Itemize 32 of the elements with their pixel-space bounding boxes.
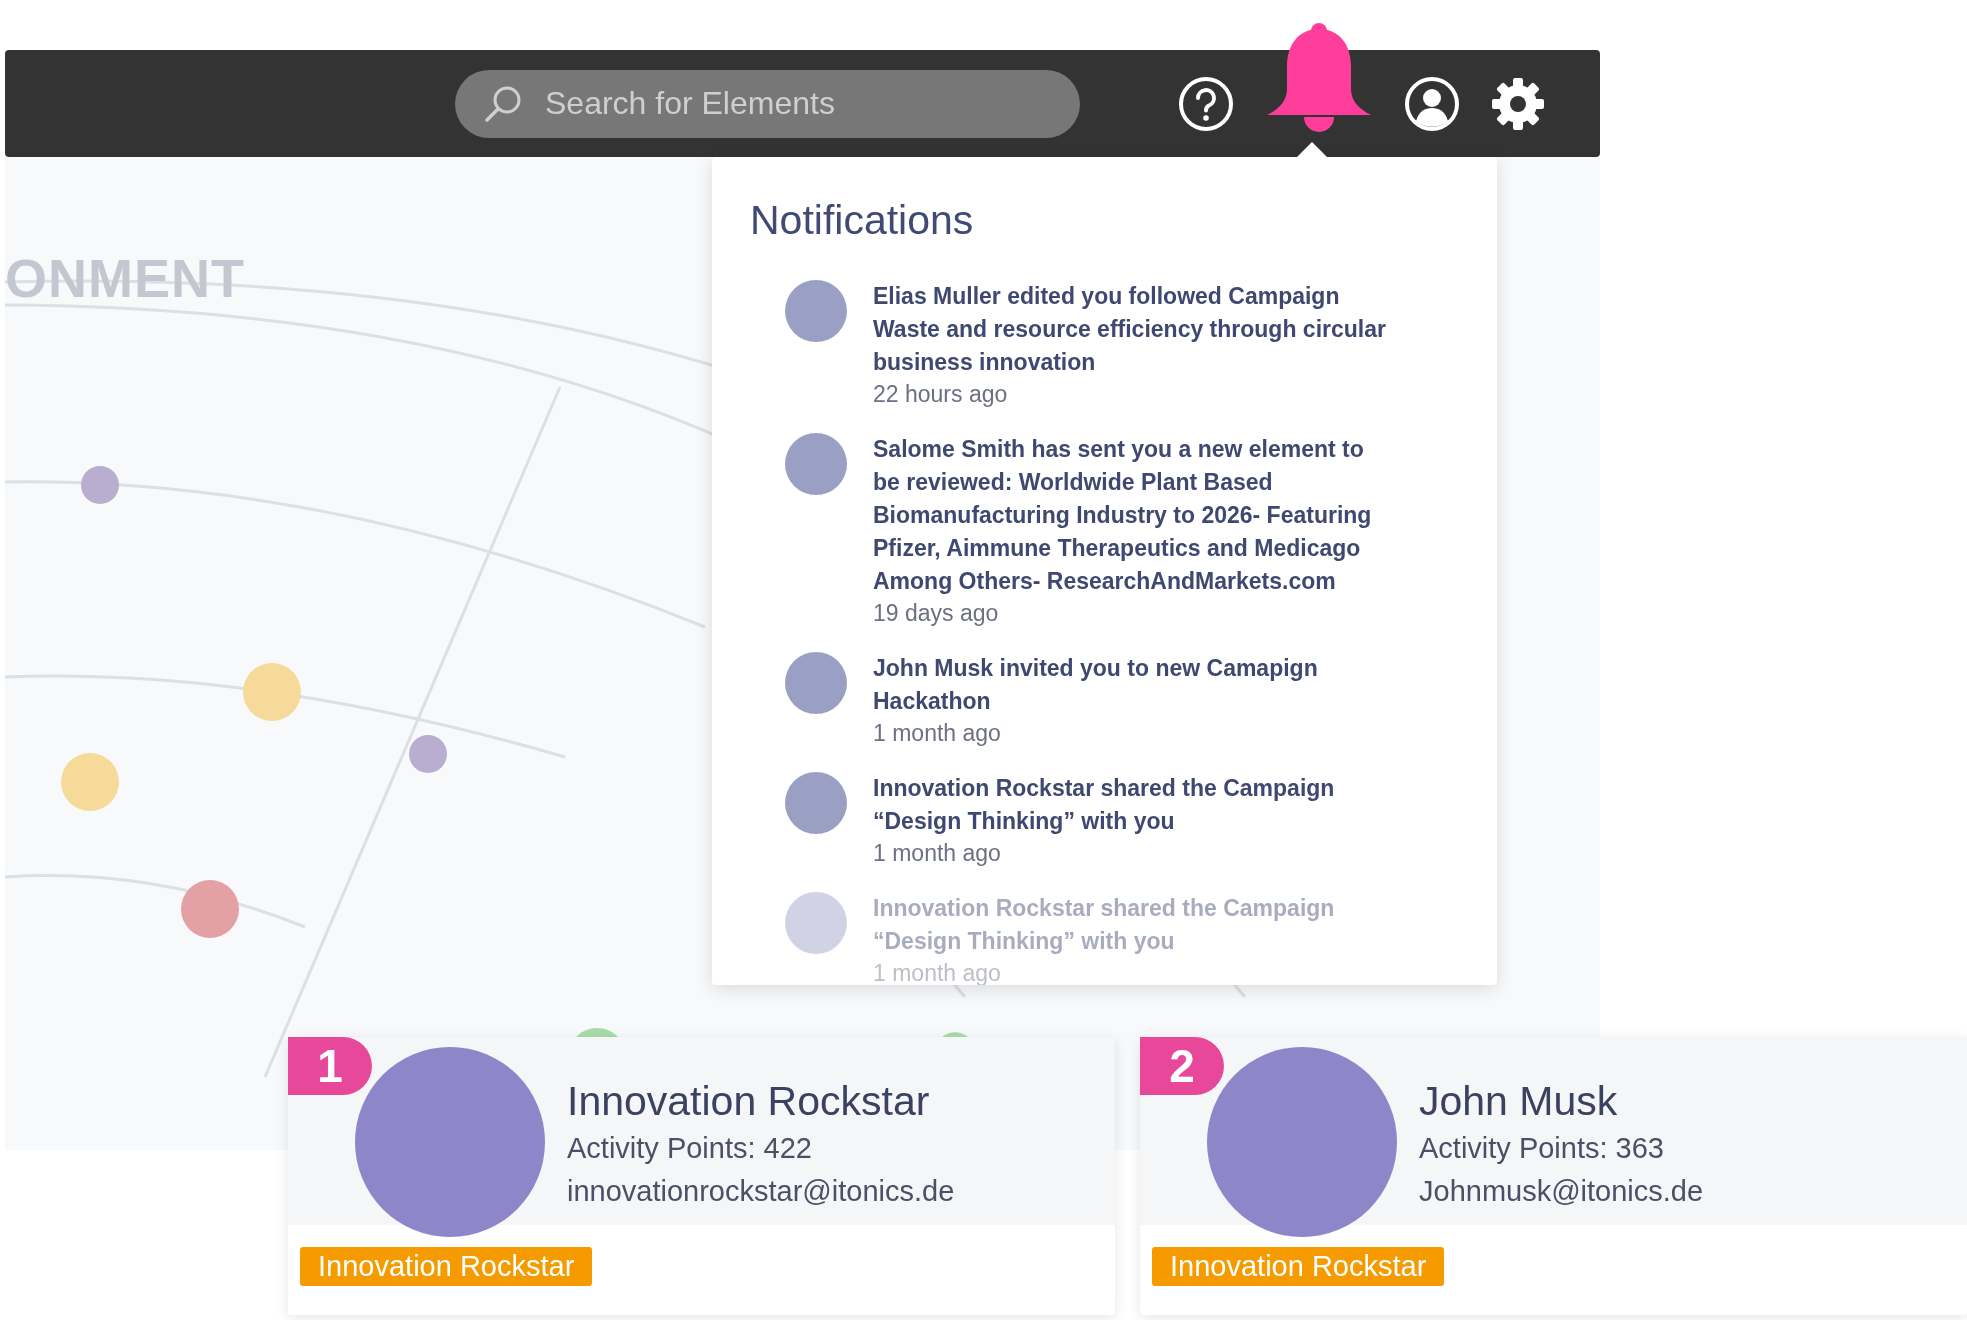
activity-points: Activity Points: 363 <box>1419 1131 1665 1166</box>
notification-time: 1 month ago <box>873 959 1002 985</box>
user-name: John Musk <box>1419 1077 1619 1126</box>
rank-badge: 1 <box>288 1037 372 1095</box>
help-icon <box>1178 75 1234 132</box>
radar-dot[interactable] <box>243 663 301 721</box>
settings-button[interactable] <box>1490 75 1546 132</box>
user-email: Johnmusk@itonics.de <box>1419 1174 1704 1209</box>
notification-text[interactable]: Innovation Rockstar shared the Campaign “Design Thinking” with you <box>873 772 1393 838</box>
help-button[interactable] <box>1178 75 1234 132</box>
activity-points: Activity Points: 422 <box>567 1131 813 1166</box>
role-tag: Innovation Rockstar <box>1152 1247 1445 1286</box>
notification-text[interactable]: John Musk invited you to new Camapign Hackathon <box>873 652 1393 718</box>
notification-time: 1 month ago <box>873 839 1002 868</box>
notification-time: 1 month ago <box>873 719 1002 748</box>
radar-dot[interactable] <box>61 753 119 811</box>
role-tag: Innovation Rockstar <box>300 1247 593 1286</box>
user-icon <box>1404 75 1460 132</box>
search-field[interactable]: Search for Elements <box>455 69 1080 138</box>
notification-time: 22 hours ago <box>873 380 1009 409</box>
radar-dot[interactable] <box>81 466 119 504</box>
notification-text[interactable]: Salome Smith has sent you a new element to be reviewed: Worldwide Plant Based Biomanufacturing Industry to 2026- Featuring Pfizer, Aimmune Therapeutics and Medicago Among Others- ResearchAndMarkets.com <box>873 433 1393 598</box>
user-email: innovationrockstar@itonics.de <box>567 1174 955 1209</box>
radar-dot[interactable] <box>409 735 447 773</box>
user-name: Innovation Rockstar <box>567 1077 931 1126</box>
notification-text[interactable]: Elias Muller edited you followed Campaign Waste and resource efficiency through circular business innovation <box>873 280 1393 379</box>
panel-title: Notifications <box>750 197 975 244</box>
user-button[interactable] <box>1404 75 1460 132</box>
notification-time: 19 days ago <box>873 599 1000 628</box>
radar-dot[interactable] <box>181 880 239 938</box>
rank-badge: 2 <box>1140 1037 1224 1095</box>
settings-icon <box>1490 75 1546 132</box>
